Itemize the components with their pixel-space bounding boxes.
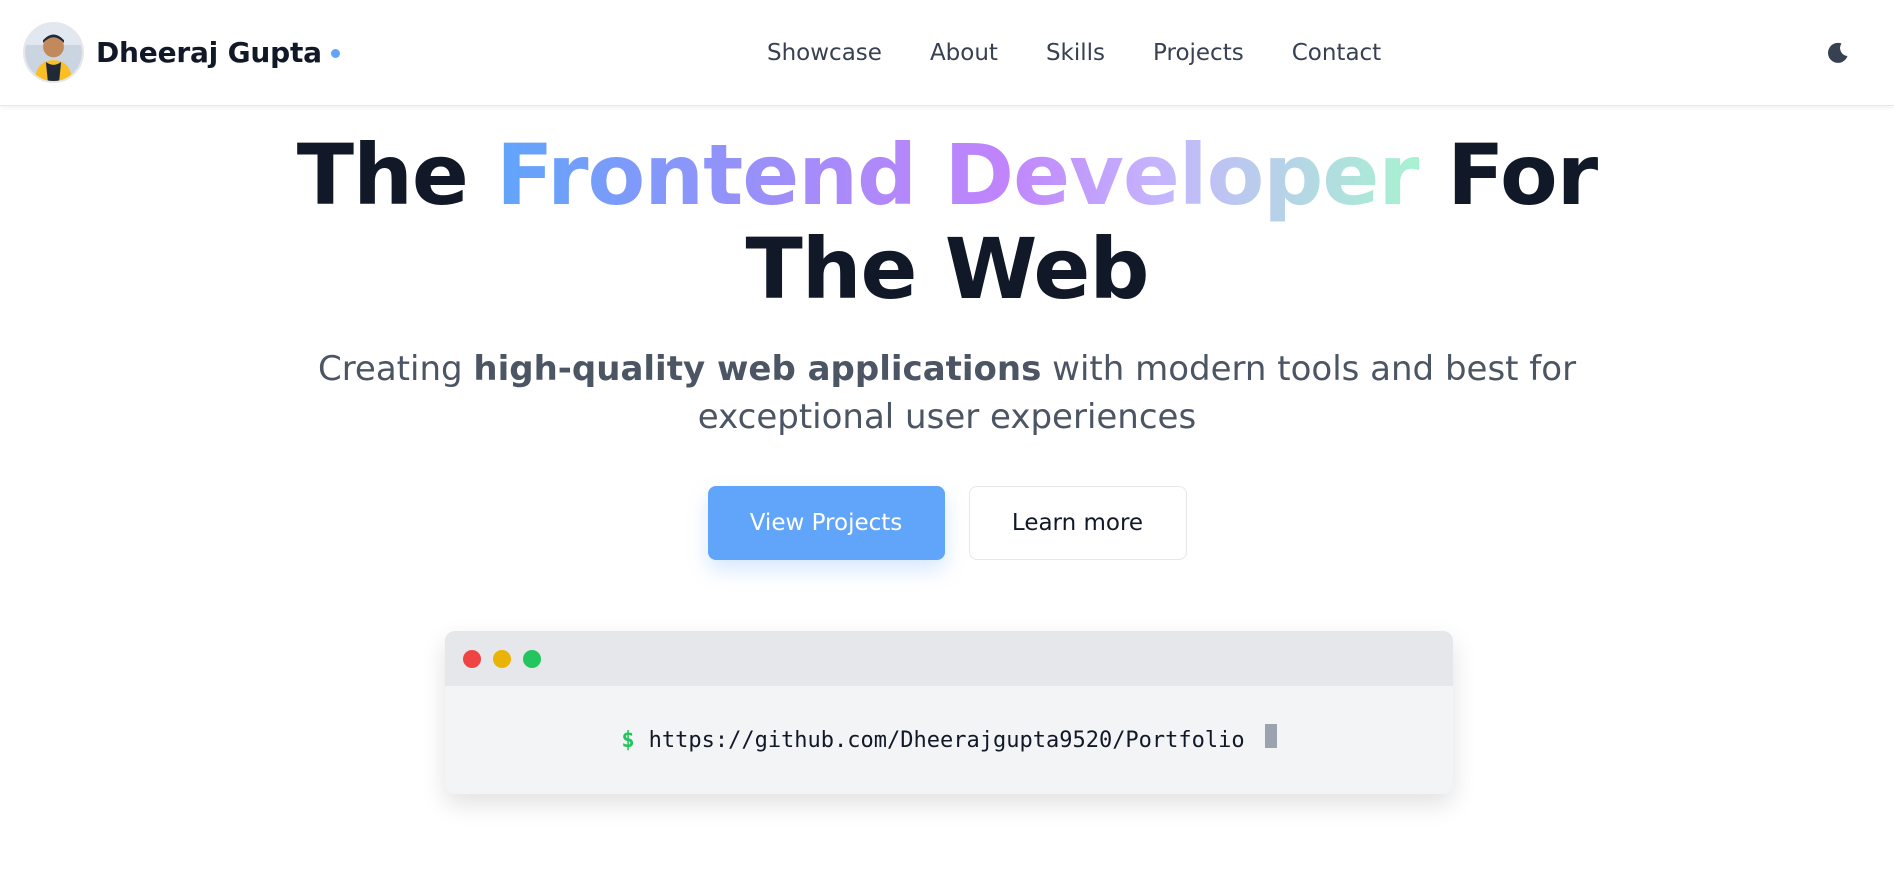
hero-subtitle-part1: Creating <box>317 349 474 389</box>
brand-name: Dheeraj Gupta <box>96 35 322 69</box>
terminal-command[interactable]: https://github.com/Dheerajgupta9520/Port… <box>649 728 1245 753</box>
hero-title-line2: The Web <box>745 220 1149 318</box>
brand[interactable]: Dheeraj Gupta <box>23 21 340 83</box>
hero-title: The Frontend Developer For The Web <box>0 128 1894 316</box>
terminal-window: $ https://github.com/Dheerajgupta9520/Po… <box>445 631 1453 794</box>
minimize-dot-icon <box>493 649 511 668</box>
nav-link-projects[interactable]: Projects <box>1153 40 1244 66</box>
hero-title-highlight: Frontend Developer <box>496 126 1420 224</box>
hero-title-prefix: The <box>296 126 497 224</box>
learn-more-button[interactable]: Learn more <box>968 486 1187 560</box>
close-dot-icon <box>463 649 481 668</box>
cta-row: View Projects Learn more <box>0 486 1894 560</box>
moon-icon[interactable] <box>1826 40 1850 66</box>
hero-title-suffix: For <box>1418 126 1598 224</box>
hero-subtitle-bold: high-quality web applications <box>473 349 1042 389</box>
hero-subtitle: Creating high-quality web applications w… <box>250 345 1644 441</box>
maximize-dot-icon <box>523 649 541 668</box>
terminal-body: $ https://github.com/Dheerajgupta9520/Po… <box>445 686 1453 794</box>
terminal-cursor <box>1264 724 1277 748</box>
terminal-prompt: $ <box>621 727 635 753</box>
nav-link-contact[interactable]: Contact <box>1292 40 1381 66</box>
nav-link-showcase[interactable]: Showcase <box>767 40 882 66</box>
avatar <box>23 21 84 83</box>
brand-dot <box>330 49 340 58</box>
nav-link-skills[interactable]: Skills <box>1046 40 1105 66</box>
view-projects-button[interactable]: View Projects <box>707 486 945 560</box>
site-header: Dheeraj Gupta Showcase About Skills Proj… <box>0 0 1894 106</box>
terminal-title-bar <box>445 631 1453 686</box>
nav-link-about[interactable]: About <box>930 40 998 66</box>
main-nav: Showcase About Skills Projects Contact <box>767 0 1381 106</box>
